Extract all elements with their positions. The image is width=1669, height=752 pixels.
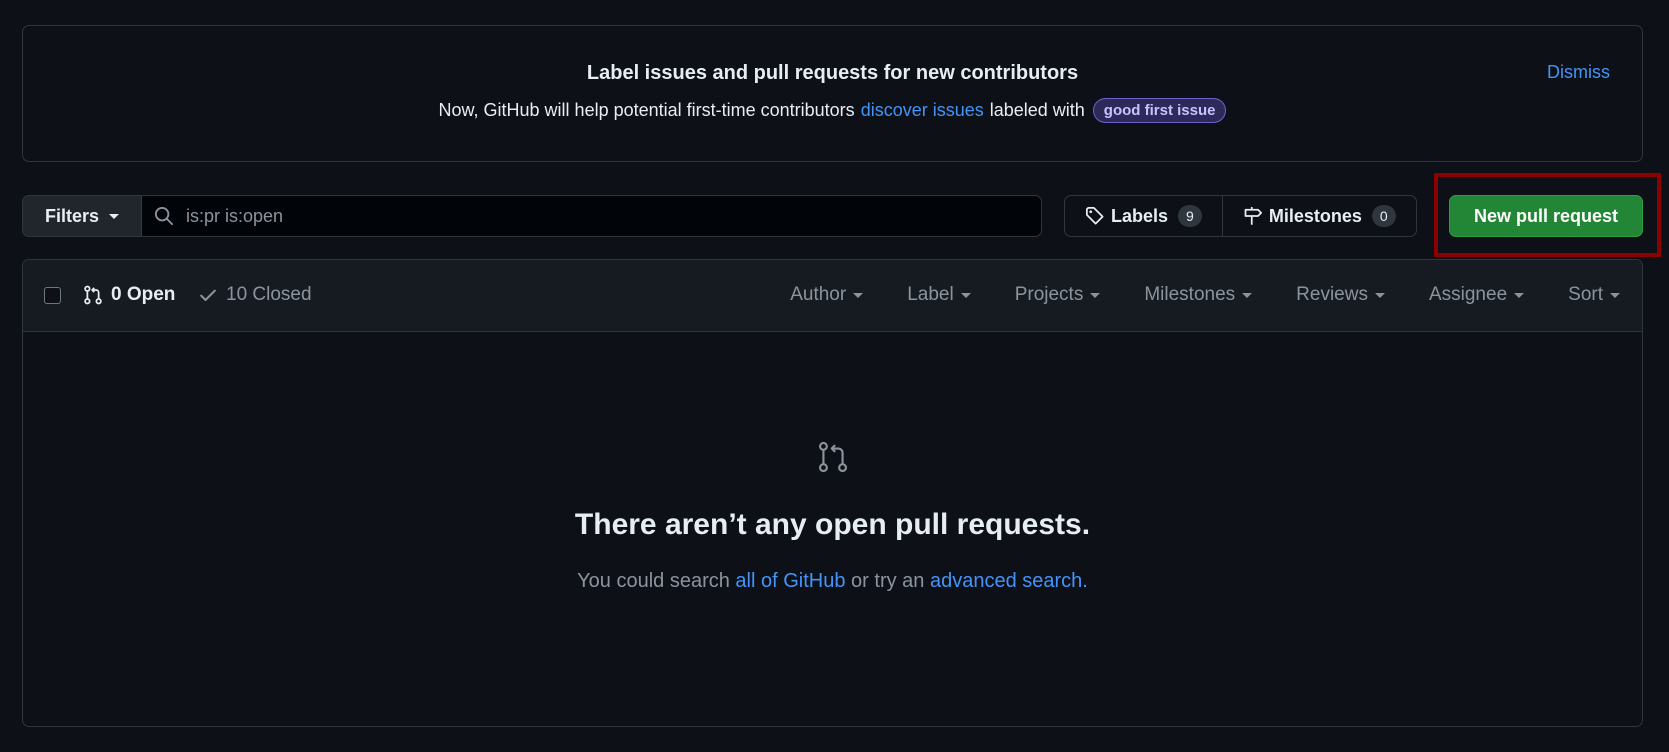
check-icon	[200, 289, 216, 301]
caret-down-icon	[1242, 292, 1253, 298]
git-pull-request-icon	[818, 441, 847, 473]
closed-filter[interactable]: 10 Closed	[198, 284, 312, 306]
blankslate-desc-prefix: You could search	[577, 570, 730, 592]
open-count-label: 0 Open	[111, 284, 176, 305]
search-input[interactable]	[186, 205, 986, 227]
dismiss-link[interactable]: Dismiss	[1547, 62, 1610, 83]
list-header: 0 Open 10 Closed Author Label Projects M…	[23, 260, 1642, 332]
blankslate-title: There aren’t any open pull requests.	[574, 508, 1091, 541]
blankslate-description: You could search all of GitHub or try an…	[23, 570, 1642, 593]
assignee-filter[interactable]: Assignee	[1428, 284, 1525, 306]
reviews-filter-label: Reviews	[1296, 284, 1368, 305]
caret-down-icon	[1374, 292, 1385, 298]
banner-desc-prefix: Now, GitHub will help potential first-ti…	[438, 100, 855, 120]
projects-filter-label: Projects	[1014, 284, 1084, 305]
search-field[interactable]	[141, 195, 1042, 237]
milestones-count: 0	[1371, 205, 1396, 227]
caret-down-icon	[1090, 292, 1101, 298]
label-filter[interactable]: Label	[907, 284, 971, 306]
author-filter-label: Author	[790, 284, 847, 305]
caret-down-icon	[960, 292, 971, 298]
reviews-filter[interactable]: Reviews	[1296, 284, 1385, 306]
header-filter-menus: Author Label Projects Milestones Reviews…	[746, 284, 1620, 306]
sort-filter-label: Sort	[1568, 284, 1603, 305]
tag-icon	[1086, 207, 1104, 225]
labels-button[interactable]: Labels 9	[1065, 196, 1222, 236]
labels-milestones-group: Labels 9 Milestones 0	[1064, 195, 1417, 237]
advanced-search-link[interactable]: advanced search	[930, 570, 1082, 592]
filters-button-label: Filters	[44, 205, 100, 226]
labels-button-label: Labels	[1111, 205, 1169, 226]
milestones-button-label: Milestones	[1268, 205, 1362, 226]
filters-button[interactable]: Filters	[22, 195, 142, 237]
all-of-github-link[interactable]: all of GitHub	[735, 570, 845, 592]
author-filter[interactable]: Author	[790, 284, 864, 306]
search-icon	[154, 206, 174, 226]
select-all-checkbox[interactable]	[44, 287, 61, 304]
banner-desc-middle: labeled with	[989, 100, 1085, 120]
contributor-banner: Label issues and pull requests for new c…	[22, 25, 1643, 162]
caret-down-icon	[1514, 292, 1525, 298]
blankslate-desc-middle: or try an	[851, 570, 925, 592]
new-pull-request-button[interactable]: New pull request	[1449, 195, 1643, 237]
caret-down-icon	[853, 292, 864, 298]
discover-issues-link[interactable]: discover issues	[861, 100, 984, 121]
caret-down-icon	[1610, 292, 1620, 298]
closed-count-label: 10 Closed	[226, 284, 312, 305]
caret-down-icon	[109, 213, 120, 219]
good-first-issue-label[interactable]: good first issue	[1092, 98, 1227, 123]
blankslate: There aren’t any open pull requests. You…	[23, 440, 1642, 593]
projects-filter[interactable]: Projects	[1015, 284, 1101, 306]
banner-title: Label issues and pull requests for new c…	[586, 62, 1079, 84]
banner-description: Now, GitHub will help potential first-ti…	[23, 98, 1642, 123]
advanced-search-period: .	[1082, 570, 1088, 592]
milestone-icon	[1244, 207, 1262, 225]
assignee-filter-label: Assignee	[1428, 284, 1508, 305]
label-filter-label: Label	[907, 284, 954, 305]
sort-filter[interactable]: Sort	[1568, 284, 1620, 306]
milestones-filter-label: Milestones	[1144, 284, 1236, 305]
labels-count: 9	[1178, 205, 1202, 227]
git-pull-request-icon	[84, 285, 102, 305]
milestones-button[interactable]: Milestones 0	[1221, 196, 1416, 236]
open-filter[interactable]: 0 Open	[83, 284, 175, 306]
milestones-filter[interactable]: Milestones	[1144, 284, 1253, 306]
pull-request-list: 0 Open 10 Closed Author Label Projects M…	[22, 259, 1643, 727]
